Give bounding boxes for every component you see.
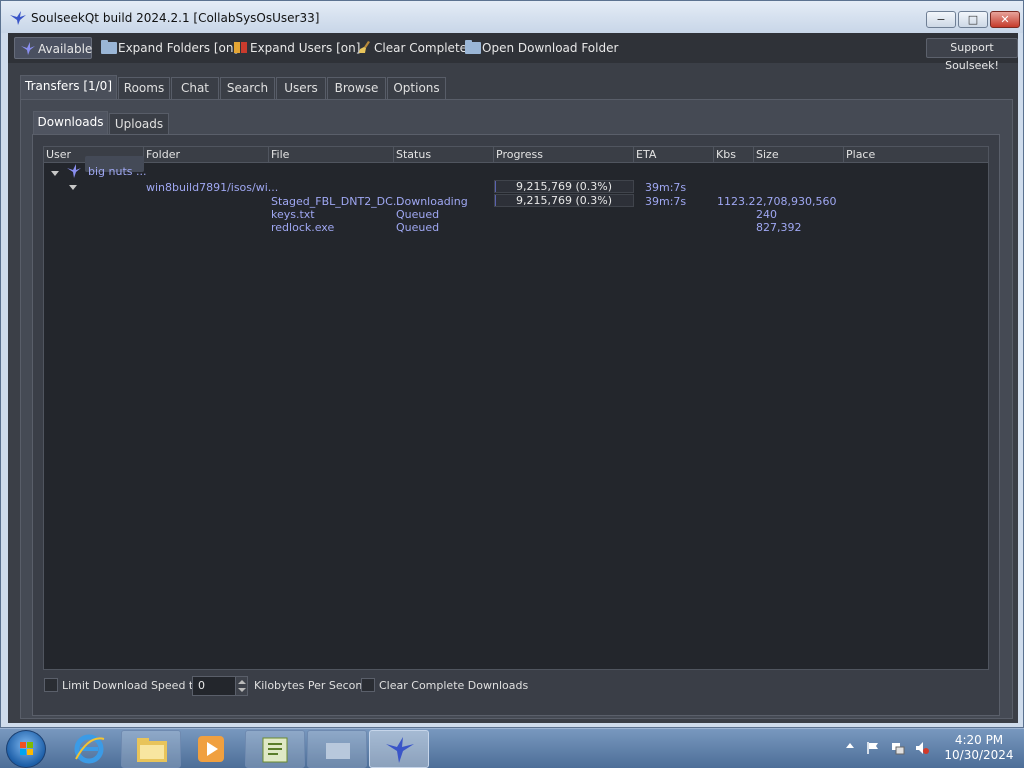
- folder-progress-text: 9,215,769 (0.3%): [515, 180, 612, 193]
- folder-icon: [137, 738, 167, 762]
- speed-unit-label: Kilobytes Per Second: [254, 679, 370, 692]
- clear-complete-button[interactable]: Clear Complete: [358, 37, 467, 59]
- clear-complete-downloads-label: Clear Complete Downloads: [379, 679, 529, 692]
- folder-eta: 39m:7s: [645, 181, 687, 194]
- soulseek-bird-icon: [21, 42, 35, 55]
- user-name: big nuts ...: [88, 165, 147, 178]
- folder-path: win8build7891/isos/wi...: [146, 181, 279, 194]
- expand-folders-button[interactable]: Expand Folders [on]: [101, 37, 238, 59]
- available-status-button[interactable]: Available: [14, 37, 92, 59]
- volume-muted-icon[interactable]: [915, 741, 929, 755]
- file-progress-bar: 9,215,769 (0.3%): [494, 194, 634, 207]
- expand-users-label: Expand Users [on]: [250, 41, 361, 55]
- file-status: Downloading: [396, 195, 468, 208]
- internet-explorer-icon[interactable]: [72, 733, 106, 765]
- close-icon: ✕: [1000, 13, 1010, 26]
- column-header-folder[interactable]: Folder: [144, 147, 269, 163]
- taskbar-soulseek-button[interactable]: [369, 730, 429, 768]
- broom-icon: [359, 41, 370, 53]
- title-bar[interactable]: SoulseekQt build 2024.2.1 [CollabSysOsUs…: [1, 1, 1023, 33]
- action-center-flag-icon[interactable]: [866, 741, 880, 755]
- main-window: SoulseekQt build 2024.2.1 [CollabSysOsUs…: [0, 0, 1024, 728]
- minimize-icon: −: [936, 13, 946, 26]
- notepad-plus-plus-icon: [262, 737, 288, 763]
- file-size: 240: [756, 208, 777, 221]
- maximize-button[interactable]: □: [958, 11, 988, 28]
- toolbar: Available Expand Folders [on] Expand Use…: [8, 33, 1018, 72]
- file-name: redlock.exe: [271, 221, 335, 234]
- file-kbs: 1123.2: [717, 195, 756, 208]
- file-status: Queued: [396, 208, 440, 221]
- tab-browse[interactable]: Browse: [327, 77, 386, 99]
- tab-search[interactable]: Search: [220, 77, 275, 99]
- limit-speed-checkbox[interactable]: [44, 678, 58, 692]
- open-download-folder-button[interactable]: Open Download Folder: [465, 37, 618, 59]
- clear-complete-label: Clear Complete: [374, 41, 468, 55]
- folder-icon: [101, 40, 117, 54]
- maximize-icon: □: [967, 13, 979, 26]
- speed-limit-input[interactable]: 0: [192, 676, 248, 696]
- clear-complete-downloads-checkbox[interactable]: [361, 678, 375, 692]
- clock[interactable]: 4:20 PM 10/30/2024: [944, 733, 1014, 763]
- expand-folders-label: Expand Folders [on]: [118, 41, 239, 55]
- spin-up-icon[interactable]: [238, 680, 246, 684]
- column-header-size[interactable]: Size: [754, 147, 844, 163]
- column-header-kbs[interactable]: Kbs: [714, 147, 754, 163]
- speed-limit-value: 0: [198, 679, 205, 692]
- tab-transfers[interactable]: Transfers [1/0]: [20, 75, 117, 100]
- start-button[interactable]: [6, 730, 46, 768]
- column-header-place[interactable]: Place: [844, 147, 988, 163]
- downloads-table[interactable]: User Folder File Status Progress ETA Kbs…: [43, 146, 989, 670]
- client-area: Available Expand Folders [on] Expand Use…: [8, 33, 1018, 723]
- file-size: 2,708,930,560: [756, 195, 837, 208]
- file-size: 827,392: [756, 221, 802, 234]
- column-header-progress[interactable]: Progress: [494, 147, 634, 163]
- close-button[interactable]: ✕: [990, 11, 1020, 28]
- available-label: Available: [38, 42, 93, 56]
- open-download-folder-label: Open Download Folder: [482, 41, 619, 55]
- file-name: keys.txt: [271, 208, 315, 221]
- column-header-file[interactable]: File: [269, 147, 394, 163]
- app-icon: [326, 743, 350, 759]
- column-header-eta[interactable]: ETA: [634, 147, 714, 163]
- file-status: Queued: [396, 221, 440, 234]
- support-soulseek-button[interactable]: Support Soulseek!: [926, 38, 1018, 72]
- tab-downloads[interactable]: Downloads: [33, 111, 108, 135]
- tab-options[interactable]: Options: [387, 77, 446, 99]
- user-bird-icon: [67, 164, 81, 178]
- clock-time: 4:20 PM: [954, 733, 1004, 747]
- speed-spinner[interactable]: [235, 677, 247, 695]
- limit-speed-label: Limit Download Speed to: [62, 679, 200, 692]
- file-name: Staged_FBL_DNT2_DC...: [271, 195, 404, 208]
- media-player-icon[interactable]: [196, 734, 226, 764]
- taskbar: 4:20 PM 10/30/2024: [0, 728, 1024, 768]
- tab-rooms[interactable]: Rooms: [118, 77, 170, 99]
- folder-icon: [465, 40, 481, 54]
- network-icon[interactable]: [891, 741, 905, 755]
- spin-down-icon[interactable]: [238, 688, 246, 692]
- minimize-button[interactable]: −: [926, 11, 956, 28]
- clock-date: 10/30/2024: [944, 748, 1014, 762]
- soulseek-bird-icon: [386, 737, 414, 763]
- expand-folder-arrow-icon[interactable]: [69, 185, 77, 190]
- folder-progress-bar: 9,215,769 (0.3%): [494, 180, 634, 193]
- tab-users[interactable]: Users: [276, 77, 326, 99]
- expand-users-button[interactable]: Expand Users [on]: [233, 37, 360, 59]
- taskbar-explorer-button[interactable]: [121, 730, 181, 768]
- window-title: SoulseekQt build 2024.2.1 [CollabSysOsUs…: [31, 11, 320, 25]
- tab-chat[interactable]: Chat: [171, 77, 219, 99]
- file-eta: 39m:7s: [645, 195, 687, 208]
- taskbar-app-button[interactable]: [307, 730, 367, 768]
- users-icon: [234, 42, 247, 53]
- taskbar-notepadpp-button[interactable]: [245, 730, 305, 768]
- expand-user-arrow-icon[interactable]: [51, 171, 59, 176]
- show-hidden-icons-icon[interactable]: [846, 743, 854, 748]
- column-header-status[interactable]: Status: [394, 147, 494, 163]
- soulseek-bird-icon: [10, 11, 26, 25]
- table-header: User Folder File Status Progress ETA Kbs…: [44, 147, 988, 163]
- tab-uploads[interactable]: Uploads: [109, 113, 169, 135]
- file-progress-text: 9,215,769 (0.3%): [515, 194, 612, 207]
- windows-logo-icon: [20, 742, 33, 755]
